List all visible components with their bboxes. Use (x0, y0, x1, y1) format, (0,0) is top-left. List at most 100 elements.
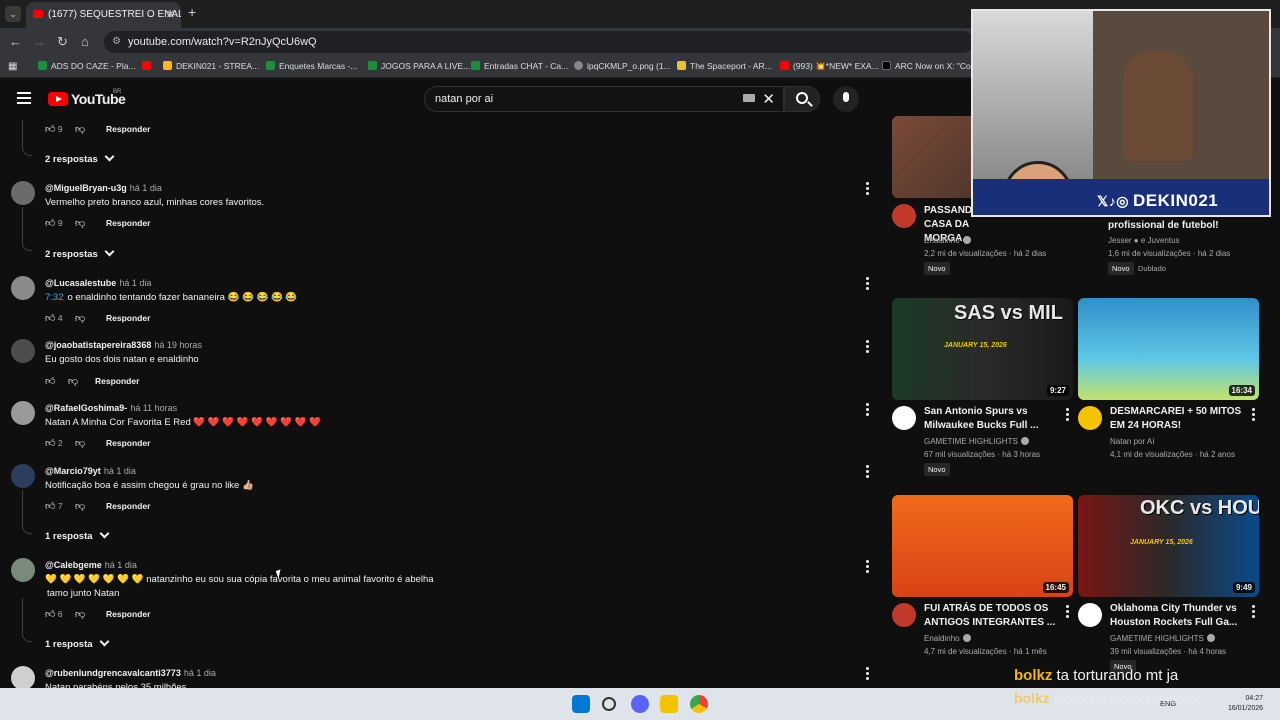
view-replies-button[interactable]: 1 resposta (45, 638, 108, 650)
home-button[interactable]: ⌂ (81, 34, 89, 49)
avatar[interactable] (11, 181, 35, 205)
back-button[interactable]: ← (9, 34, 22, 49)
address-bar[interactable]: ⚙ youtube.com/watch?v=R2nJyQcU6wQ (104, 31, 974, 53)
bookmark-item[interactable] (142, 61, 155, 71)
video-menu-icon[interactable] (1066, 605, 1069, 620)
dislike-icon[interactable]: 👎︎ (75, 437, 85, 449)
comment-menu-icon[interactable] (866, 340, 870, 355)
dislike-icon[interactable]: 👎︎ (75, 500, 85, 512)
new-tab-button[interactable]: + (188, 4, 196, 20)
video-title[interactable]: FUI ATRÁS DE TODOS OS ANTIGOS INTEGRANTE… (924, 602, 1064, 630)
channel-avatar[interactable] (1078, 406, 1102, 430)
avatar[interactable] (11, 401, 35, 425)
video-channel[interactable]: Enaldinho (924, 634, 971, 643)
dislike-icon[interactable]: 👎︎ (75, 608, 85, 620)
clear-search-icon[interactable]: ✕ (762, 90, 775, 108)
like-icon[interactable]: 👍︎ (45, 437, 55, 449)
like-icon[interactable]: 👍︎ (45, 312, 55, 324)
video-menu-icon[interactable] (1252, 605, 1255, 620)
menu-icon[interactable] (17, 92, 31, 104)
discord-icon[interactable] (631, 695, 649, 713)
comment-menu-icon[interactable] (866, 667, 870, 682)
comment-menu-icon[interactable] (866, 403, 870, 418)
system-clock[interactable]: 04:27 16/01/2026 (1228, 694, 1263, 714)
close-tab-icon[interactable]: ✕ (166, 8, 175, 21)
tab-search-icon[interactable]: ⌄ (5, 6, 21, 22)
comment-menu-icon[interactable] (866, 560, 870, 575)
channel-avatar[interactable] (892, 603, 916, 627)
bookmark-item[interactable]: ARC Now on X: "Co... (882, 61, 978, 71)
bookmark-item[interactable]: DEKIN021 - STREA... (163, 61, 259, 71)
comment-author[interactable]: @Marcio79yt há 1 dia (45, 466, 136, 476)
avatar[interactable] (11, 558, 35, 582)
keyboard-icon[interactable] (743, 94, 755, 102)
reply-button[interactable]: Responder (106, 313, 150, 323)
video-thumbnail[interactable]: 16:34 (1078, 298, 1259, 400)
browser-tab-active[interactable]: (1677) SEQUESTREI O ENALDIN ✕ (26, 2, 181, 28)
video-title[interactable]: San Antonio Spurs vs Milwaukee Bucks Ful… (924, 405, 1064, 433)
reply-button[interactable]: Responder (106, 609, 150, 619)
avatar[interactable] (11, 276, 35, 300)
timestamp-link[interactable]: 7:32 (45, 292, 64, 303)
bookmark-item[interactable]: (993) 💥*NEW* EXA... (780, 61, 879, 72)
video-channel[interactable]: Jesser ● e Juventus (1108, 236, 1180, 245)
video-menu-icon[interactable] (1252, 408, 1255, 423)
dislike-icon[interactable]: 👎︎ (75, 123, 85, 135)
avatar[interactable] (11, 339, 35, 363)
dislike-icon[interactable]: 👎︎ (75, 312, 85, 324)
view-replies-button[interactable]: 2 respostas (45, 153, 113, 165)
video-channel[interactable]: GAMETIME HIGHLIGHTS (1110, 634, 1215, 643)
reply-button[interactable]: Responder (106, 124, 150, 134)
comment-author[interactable]: @MiguelBryan-u3g há 1 dia (45, 183, 162, 193)
channel-avatar[interactable] (892, 406, 916, 430)
like-icon[interactable]: 👍︎ (45, 608, 55, 620)
video-title[interactable]: profissional de futebol! (1108, 219, 1258, 233)
video-channel[interactable]: Natan por Aí (1110, 437, 1154, 446)
site-info-icon[interactable]: ⚙ (112, 36, 121, 47)
view-replies-button[interactable]: 2 respostas (45, 248, 113, 260)
bookmark-item[interactable]: ADS DO CAZE - Pla... (38, 61, 136, 71)
like-icon[interactable]: 👍︎ (45, 500, 55, 512)
video-channel[interactable]: GAMETIME HIGHLIGHTS (924, 437, 1029, 446)
video-thumbnail[interactable]: 16:45 (892, 495, 1073, 597)
search-button[interactable] (784, 86, 820, 112)
video-menu-icon[interactable] (1066, 408, 1069, 423)
bookmark-item[interactable]: The Spaceport - AR... (677, 61, 772, 71)
like-icon[interactable]: 👍︎ (45, 123, 55, 135)
video-thumbnail[interactable]: SAS vs MIL JANUARY 15, 2026 9:27 (892, 298, 1073, 400)
avatar[interactable] (11, 464, 35, 488)
comment-author[interactable]: @rubenlundgrencavalcanti3773 há 1 dia (45, 668, 216, 678)
forward-button[interactable]: → (33, 34, 46, 49)
reload-button[interactable]: ↻ (57, 34, 68, 50)
apps-grid-icon[interactable]: ▦ (8, 61, 17, 72)
comment-author[interactable]: @Lucasalestube há 1 dia (45, 278, 151, 288)
reply-button[interactable]: Responder (106, 218, 150, 228)
bookmark-item[interactable]: lpqCKMLP_o.png (1... (574, 61, 671, 71)
comment-author[interactable]: @joaobatistapereira8368 há 19 horas (45, 340, 202, 350)
view-replies-button[interactable]: 1 resposta (45, 530, 108, 542)
search-input[interactable]: natan por ai ✕ (424, 86, 784, 112)
search-icon[interactable] (602, 697, 616, 711)
comment-author[interactable]: @Calebgeme há 1 dia (45, 560, 137, 570)
bookmark-item[interactable]: JOGOS PARA A LIVE... (368, 61, 470, 71)
reply-button[interactable]: Responder (95, 376, 139, 386)
reply-button[interactable]: Responder (106, 501, 150, 511)
bookmark-item[interactable]: Entradas CHAT - Ca... (471, 61, 568, 71)
comment-menu-icon[interactable] (866, 182, 870, 197)
avatar[interactable] (11, 666, 35, 690)
comment-menu-icon[interactable] (866, 465, 870, 480)
voice-search-button[interactable] (833, 86, 859, 112)
video-title[interactable]: DESMARCAREI + 50 MITOS EM 24 HORAS! (1110, 405, 1250, 433)
like-icon[interactable]: 👍︎ (45, 375, 55, 387)
youtube-logo-icon[interactable] (48, 92, 68, 106)
file-explorer-icon[interactable] (660, 695, 678, 713)
comment-menu-icon[interactable] (866, 277, 870, 292)
channel-avatar[interactable] (892, 204, 916, 228)
video-title[interactable]: Oklahoma City Thunder vs Houston Rockets… (1110, 602, 1250, 630)
dislike-icon[interactable]: 👎︎ (75, 217, 85, 229)
start-icon[interactable] (572, 695, 590, 713)
reply-button[interactable]: Responder (106, 438, 150, 448)
chrome-icon[interactable] (690, 695, 708, 713)
bookmark-item[interactable]: Enquetes Marcas -... (266, 61, 357, 71)
comment-author[interactable]: @RafaelGoshima9- há 11 horas (45, 403, 177, 413)
